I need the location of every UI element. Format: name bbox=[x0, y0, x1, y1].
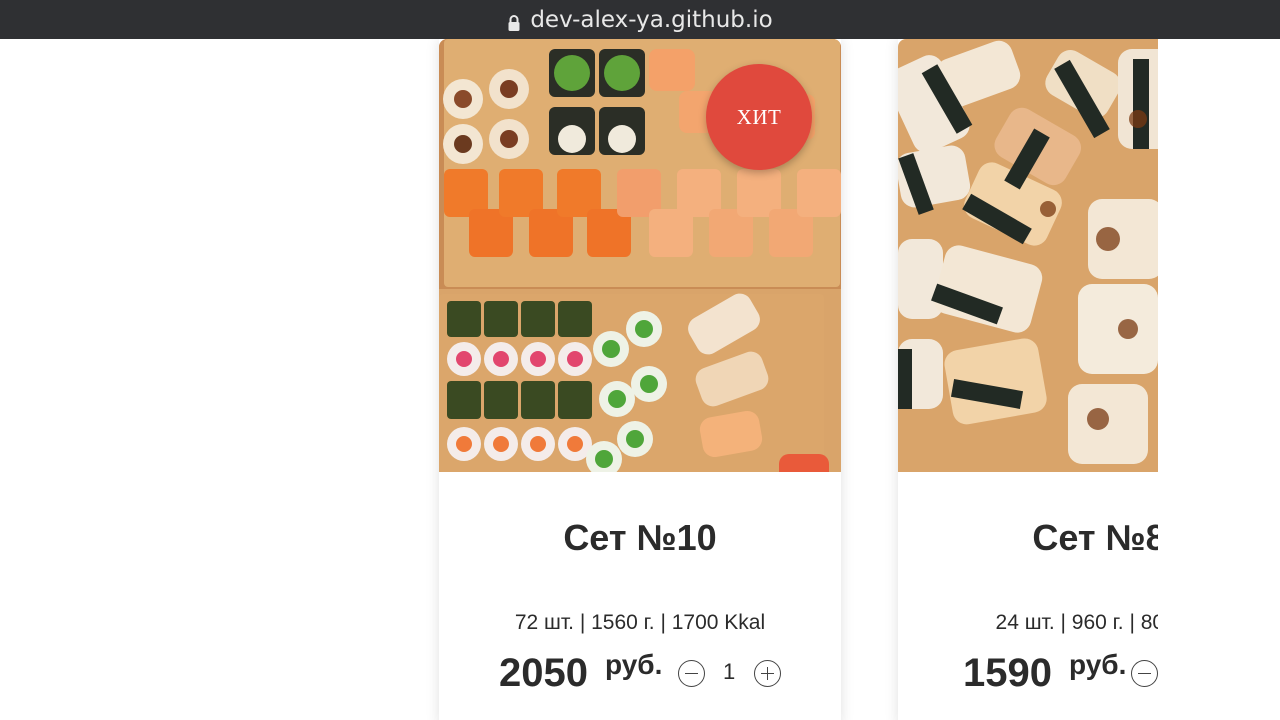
decrease-quantity-button[interactable] bbox=[678, 660, 705, 687]
price-value: 2050 bbox=[499, 651, 588, 695]
quantity-value: 1 bbox=[723, 659, 736, 684]
product-card: Сет №8 24 шт. | 960 г. | 800 Kkal 1590 р… bbox=[898, 39, 1158, 720]
sushi-set-image[interactable]: ХИТ bbox=[439, 39, 841, 472]
increase-quantity-button[interactable] bbox=[754, 660, 781, 687]
eel-sushi-image[interactable] bbox=[898, 39, 1158, 472]
price-currency: руб. bbox=[605, 649, 663, 680]
price-value: 1590 bbox=[963, 651, 1052, 695]
product-specs: 72 шт. | 1560 г. | 1700 Kkal bbox=[514, 611, 766, 634]
minus-icon bbox=[685, 672, 698, 675]
product-title: Сет №10 bbox=[563, 517, 717, 558]
decrease-quantity-button[interactable] bbox=[1131, 660, 1158, 687]
product-card: ХИТ Сет №10 72 шт. | 1560 г. | 1700 Kkal… bbox=[439, 39, 841, 720]
page-viewport: ХИТ Сет №10 72 шт. | 1560 г. | 1700 Kkal… bbox=[0, 39, 1280, 720]
product-specs: 24 шт. | 960 г. | 800 Kkal bbox=[995, 611, 1158, 634]
product-title: Сет №8 bbox=[1032, 517, 1158, 558]
minus-icon bbox=[1138, 672, 1151, 675]
lock-icon bbox=[507, 12, 521, 31]
hit-badge: ХИТ bbox=[706, 64, 812, 170]
url-text: dev-alex-ya.github.io bbox=[530, 6, 773, 33]
product-carousel: ХИТ Сет №10 72 шт. | 1560 г. | 1700 Kkal… bbox=[0, 39, 1158, 720]
price-currency: руб. bbox=[1069, 649, 1127, 680]
address-bar[interactable]: dev-alex-ya.github.io bbox=[0, 0, 1280, 39]
